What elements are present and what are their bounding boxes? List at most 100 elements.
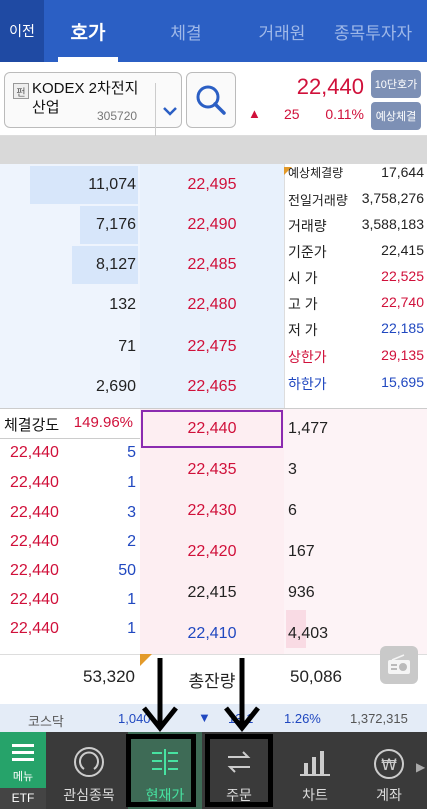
fill-qty: 50 bbox=[118, 562, 136, 579]
down-arrow-icon bbox=[142, 658, 178, 733]
menu-label: 메뉴 bbox=[12, 771, 34, 783]
ask-price[interactable]: 22,475 bbox=[140, 338, 284, 356]
info-value: 3,758,276 bbox=[361, 190, 424, 206]
expected-trade-button[interactable]: 예상체결 bbox=[371, 102, 421, 130]
current-price-row[interactable]: 22,440 bbox=[140, 420, 284, 438]
index-name: 코스닥 bbox=[28, 714, 64, 729]
fill-qty: 1 bbox=[127, 591, 136, 608]
chart-icon bbox=[300, 751, 330, 776]
fill-price: 22,440 bbox=[10, 533, 59, 550]
fill-price: 22,440 bbox=[10, 444, 59, 461]
fill-price: 22,440 bbox=[10, 474, 59, 491]
total-ask: 53,320 bbox=[83, 667, 135, 686]
fund-badge: 펀 bbox=[13, 83, 29, 99]
fill-qty: 1 bbox=[127, 620, 136, 637]
etf-label: ETF bbox=[0, 788, 46, 809]
price-change: 25 bbox=[284, 106, 300, 122]
stock-bar: 펀 KODEX 2차전지 산업 305720 22,440 ▲ 25 0.11%… bbox=[0, 62, 427, 139]
tab-investors[interactable]: 종목투자자 bbox=[334, 0, 427, 62]
highlight-box-current-price bbox=[126, 734, 196, 807]
fill-price: 22,440 bbox=[10, 591, 59, 608]
ten-level-button[interactable]: 10단호가 bbox=[371, 70, 421, 98]
info-label: 예상체결량 bbox=[288, 166, 344, 180]
info-label: 상한가 bbox=[288, 349, 327, 365]
ask-price[interactable]: 22,485 bbox=[140, 256, 284, 274]
nav-chart[interactable]: 차트 bbox=[280, 732, 350, 809]
info-value: 29,135 bbox=[381, 347, 424, 363]
ask-price[interactable]: 22,490 bbox=[140, 216, 284, 234]
back-button[interactable]: 이전 bbox=[0, 0, 44, 62]
up-triangle-icon: ▲ bbox=[248, 106, 261, 121]
ask-price-column bbox=[140, 164, 284, 408]
nav-account[interactable]: ₩ 계좌 bbox=[354, 732, 424, 809]
info-label: 기준가 bbox=[288, 244, 327, 260]
bid-price[interactable]: 22,410 bbox=[140, 625, 284, 643]
ask-volume: 2,690 bbox=[95, 378, 136, 395]
stock-name-line1: KODEX 2차전지 bbox=[32, 80, 139, 97]
search-button[interactable] bbox=[186, 72, 236, 128]
bid-price[interactable]: 22,420 bbox=[140, 543, 284, 561]
tab-hoga[interactable]: 호가 bbox=[54, 0, 122, 62]
strength-value: 149.96% bbox=[73, 414, 133, 431]
tab-trades[interactable]: 체결 bbox=[150, 0, 222, 62]
info-value: 22,415 bbox=[381, 242, 424, 258]
info-label: 거래량 bbox=[288, 218, 327, 234]
nav-label: 차트 bbox=[302, 787, 328, 803]
price-change-pct: 0.11% bbox=[325, 106, 364, 122]
ask-volume: 8,127 bbox=[95, 256, 136, 273]
down-arrow-icon bbox=[224, 658, 260, 733]
bid-price[interactable]: 22,415 bbox=[140, 584, 284, 602]
index-pct: 1.26% bbox=[284, 711, 321, 726]
nav-more-arrow-icon[interactable]: ▶ bbox=[416, 760, 425, 774]
tab-brokers[interactable]: 거래원 bbox=[246, 0, 318, 62]
nav-label: 관심종목 bbox=[63, 787, 115, 803]
info-value: 22,525 bbox=[381, 268, 424, 284]
ask-price[interactable]: 22,465 bbox=[140, 378, 284, 396]
fill-qty: 3 bbox=[127, 504, 136, 521]
strength-divider bbox=[0, 438, 140, 439]
ask-volume: 132 bbox=[109, 296, 136, 313]
ask-volume: 71 bbox=[118, 338, 136, 355]
highlight-box-order bbox=[205, 734, 273, 807]
down-triangle-icon: ▼ bbox=[198, 710, 211, 725]
search-icon bbox=[196, 85, 226, 115]
info-value: 17,644 bbox=[381, 164, 424, 180]
nav-watchlist[interactable]: 관심종목 bbox=[54, 732, 124, 809]
bid-volume: 936 bbox=[288, 584, 315, 601]
fill-qty: 1 bbox=[127, 474, 136, 491]
chevron-down-icon[interactable] bbox=[155, 83, 183, 139]
radio-icon[interactable] bbox=[380, 646, 418, 684]
info-value: 15,695 bbox=[381, 374, 424, 390]
info-value: 22,740 bbox=[381, 294, 424, 310]
info-label: 하한가 bbox=[288, 376, 327, 392]
svg-text:₩: ₩ bbox=[381, 755, 397, 774]
ask-price[interactable]: 22,495 bbox=[140, 176, 284, 194]
nav-label: 계좌 bbox=[376, 787, 402, 803]
ask-volume: 11,074 bbox=[88, 176, 136, 193]
bid-price[interactable]: 22,430 bbox=[140, 502, 284, 520]
won-icon: ₩ bbox=[374, 749, 404, 779]
fill-qty: 5 bbox=[127, 444, 136, 461]
bid-volume: 167 bbox=[288, 543, 315, 560]
index-volume: 1,372,315 bbox=[350, 711, 408, 726]
info-label: 시 가 bbox=[288, 270, 318, 286]
book-separator bbox=[0, 408, 427, 409]
ask-price[interactable]: 22,480 bbox=[140, 296, 284, 314]
bid-volume: 3 bbox=[288, 461, 297, 478]
index-ticker[interactable]: 코스닥 1,040 ▼ 13.1 1.26% 1,372,315 bbox=[0, 704, 427, 732]
info-label: 저 가 bbox=[288, 322, 318, 338]
fill-price: 22,440 bbox=[10, 504, 59, 521]
info-label: 고 가 bbox=[288, 296, 318, 312]
fill-qty: 2 bbox=[127, 533, 136, 550]
fill-price: 22,440 bbox=[10, 562, 59, 579]
menu-button[interactable]: 메뉴 ETF bbox=[0, 732, 46, 809]
stock-code: 305720 bbox=[97, 109, 138, 123]
divider-bar bbox=[0, 136, 427, 164]
ask-volume: 7,176 bbox=[95, 216, 136, 233]
strength-label: 체결강도 bbox=[4, 417, 60, 434]
menu-icon bbox=[12, 744, 34, 761]
info-value: 3,588,183 bbox=[361, 216, 424, 232]
info-value: 22,185 bbox=[381, 320, 424, 336]
stock-selector[interactable]: 펀 KODEX 2차전지 산업 305720 bbox=[4, 72, 182, 139]
bid-price[interactable]: 22,435 bbox=[140, 461, 284, 479]
